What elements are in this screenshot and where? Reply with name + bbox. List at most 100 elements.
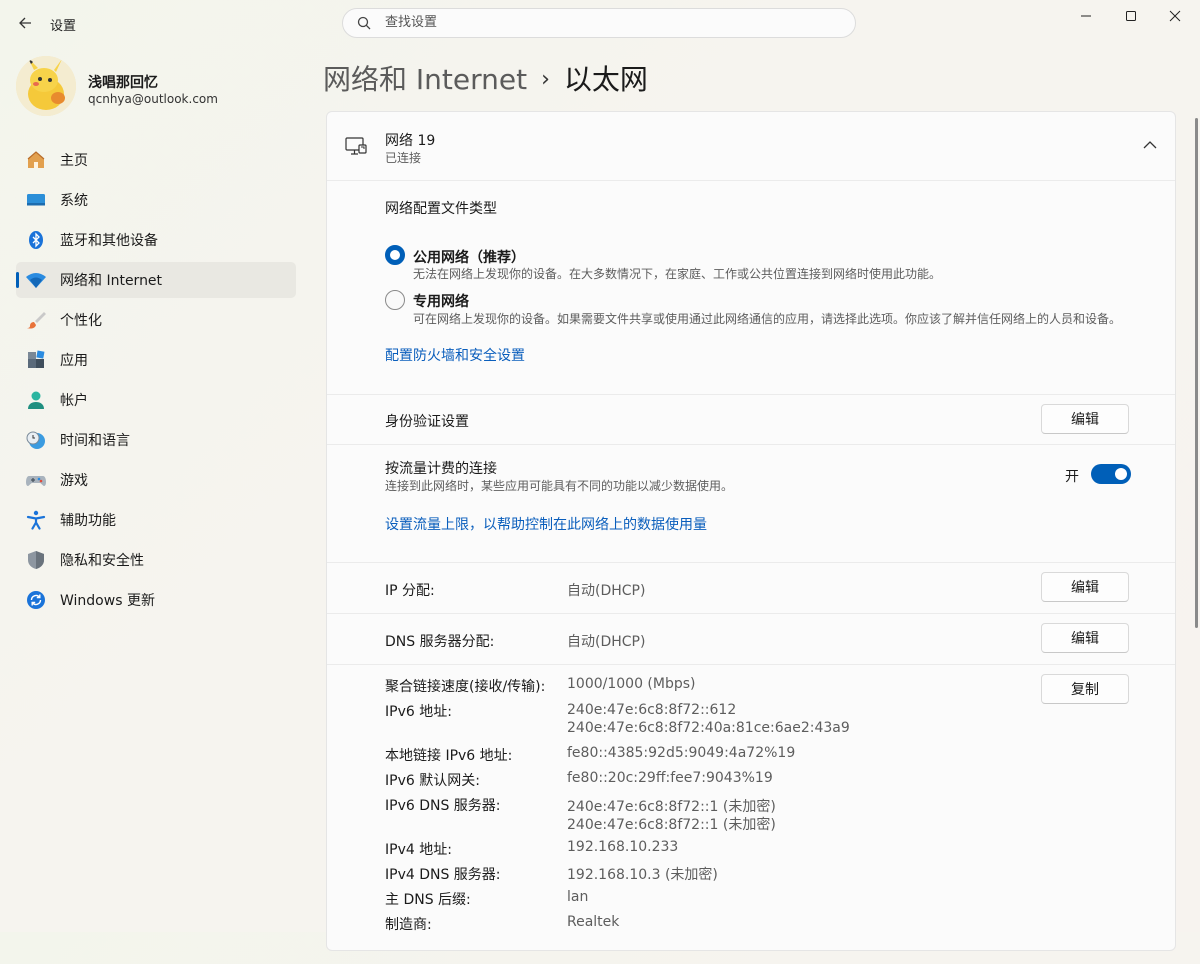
shield-icon	[26, 550, 46, 570]
prop-label: 聚合链接速度(接收/传输):	[385, 679, 546, 695]
sidebar-item-accessibility[interactable]: 辅助功能	[16, 502, 296, 538]
system-icon	[26, 190, 46, 210]
sidebar-item-system[interactable]: 系统	[16, 182, 296, 218]
maximize-button[interactable]	[1111, 4, 1151, 28]
avatar-image	[16, 56, 76, 116]
firewall-settings-link[interactable]: 配置防火墙和安全设置	[385, 345, 525, 365]
network-card-header[interactable]: 网络 19 已连接	[327, 112, 1175, 181]
app-title: 设置	[50, 19, 77, 34]
prop-value: 240e:47e:6c8:8f72:40a:81ce:6ae2:43a9	[567, 720, 850, 736]
account-icon	[26, 390, 46, 410]
sidebar-item-label: 主页	[60, 153, 88, 169]
prop-label: IPv6 DNS 服务器:	[385, 798, 501, 814]
metered-state-label: 开	[1065, 469, 1079, 485]
title-bar: 设置	[0, 0, 1200, 48]
time-language-icon	[26, 430, 46, 450]
sidebar-item-accounts[interactable]: 帐户	[16, 382, 296, 418]
prop-label: 主 DNS 后缀:	[385, 892, 471, 908]
accessibility-icon	[26, 510, 46, 530]
private-network-radio[interactable]	[385, 290, 405, 310]
sidebar-item-label: 网络和 Internet	[60, 273, 163, 289]
avatar[interactable]	[16, 56, 76, 116]
ip-edit-button[interactable]: 编辑	[1041, 572, 1129, 602]
dns-assignment-row: DNS 服务器分配: 自动(DHCP) 编辑	[327, 613, 1175, 665]
sidebar-item-windows-update[interactable]: Windows 更新	[16, 582, 296, 618]
apps-icon	[26, 350, 46, 370]
brush-icon	[26, 310, 46, 330]
sidebar-item-privacy[interactable]: 隐私和安全性	[16, 542, 296, 578]
sidebar-item-network[interactable]: 网络和 Internet	[16, 262, 296, 298]
private-network-title: 专用网络	[413, 294, 469, 310]
search-input[interactable]	[383, 14, 827, 31]
breadcrumb-parent[interactable]: 网络和 Internet	[323, 63, 527, 96]
prop-value: lan	[567, 889, 589, 905]
prop-label: IPv4 地址:	[385, 842, 452, 858]
auth-edit-button[interactable]: 编辑	[1041, 404, 1129, 434]
minimize-button[interactable]	[1066, 4, 1106, 28]
scrollbar-thumb[interactable]	[1195, 118, 1198, 628]
prop-label: 制造商:	[385, 917, 432, 933]
close-icon	[1169, 10, 1181, 22]
dns-assignment-value: 自动(DHCP)	[567, 634, 646, 650]
search-box[interactable]	[342, 8, 856, 38]
prop-label: 本地链接 IPv6 地址:	[385, 748, 513, 764]
back-arrow-icon	[19, 17, 31, 29]
sidebar-item-apps[interactable]: 应用	[16, 342, 296, 378]
prop-value: fe80::20c:29ff:fee7:9043%19	[567, 770, 773, 786]
maximize-icon	[1126, 11, 1136, 21]
sidebar-item-label: 系统	[60, 193, 88, 209]
profile-heading: 网络配置文件类型	[385, 201, 497, 217]
back-button[interactable]	[14, 12, 36, 34]
prop-label: IPv6 默认网关:	[385, 773, 480, 789]
private-network-desc: 可在网络上发现你的设备。如果需要文件共享或使用通过此网络通信的应用，请选择此选项…	[413, 312, 1122, 326]
user-email: qcnhya@outlook.com	[88, 92, 218, 106]
copy-button[interactable]: 复制	[1041, 674, 1129, 704]
metered-toggle[interactable]	[1091, 464, 1131, 484]
dns-edit-button[interactable]: 编辑	[1041, 623, 1129, 653]
sidebar-item-label: 帐户	[60, 393, 88, 409]
sidebar-item-label: 辅助功能	[60, 513, 116, 529]
sidebar-item-label: 游戏	[60, 473, 88, 489]
ip-assignment-label: IP 分配:	[385, 583, 435, 599]
sidebar-item-label: 应用	[60, 353, 88, 369]
prop-value: Realtek	[567, 914, 620, 930]
ethernet-panel: 网络 19 已连接 网络配置文件类型 公用网络（推荐） 无法在网络上发现你的设备…	[326, 111, 1176, 951]
minimize-icon	[1081, 15, 1091, 17]
ethernet-monitor-icon	[345, 137, 367, 155]
auth-settings-label: 身份验证设置	[385, 414, 469, 430]
close-button[interactable]	[1155, 4, 1195, 28]
network-name: 网络 19	[385, 133, 436, 149]
prop-value: 240e:47e:6c8:8f72::612	[567, 702, 737, 718]
dns-assignment-label: DNS 服务器分配:	[385, 634, 495, 650]
public-network-desc: 无法在网络上发现你的设备。在大多数情况下，在家庭、工作或公共位置连接到网络时使用…	[413, 267, 942, 281]
search-icon	[357, 16, 371, 30]
prop-label: IPv4 DNS 服务器:	[385, 867, 501, 883]
gamepad-icon	[26, 470, 46, 490]
public-network-title: 公用网络（推荐）	[413, 250, 525, 266]
sidebar-item-bluetooth[interactable]: 蓝牙和其他设备	[16, 222, 296, 258]
sidebar-item-label: Windows 更新	[60, 593, 155, 609]
wifi-icon	[26, 270, 46, 290]
sidebar-item-personalization[interactable]: 个性化	[16, 302, 296, 338]
metered-desc: 连接到此网络时，某些应用可能具有不同的功能以减少数据使用。	[385, 479, 734, 493]
data-limit-link[interactable]: 设置流量上限，以帮助控制在此网络上的数据使用量	[385, 514, 707, 534]
metered-connection-section: 按流量计费的连接 连接到此网络时，某些应用可能具有不同的功能以减少数据使用。 开…	[327, 444, 1175, 563]
toggle-knob	[1115, 468, 1127, 480]
sidebar-item-home[interactable]: 主页	[16, 142, 296, 178]
page-title: 以太网	[563, 63, 648, 96]
sidebar-item-label: 隐私和安全性	[60, 553, 144, 569]
prop-label: IPv6 地址:	[385, 704, 452, 720]
sidebar-item-label: 个性化	[60, 313, 102, 329]
update-icon	[26, 590, 46, 610]
sidebar-nav: 主页 系统 蓝牙和其他设备 网络和 Internet 个性化 应用 帐户 时间和…	[16, 142, 296, 622]
prop-value: 240e:47e:6c8:8f72::1 (未加密)	[567, 799, 776, 815]
prop-value: 1000/1000 (Mbps)	[567, 676, 696, 692]
sidebar-item-time-language[interactable]: 时间和语言	[16, 422, 296, 458]
metered-label: 按流量计费的连接	[385, 461, 497, 477]
network-status: 已连接	[385, 151, 422, 165]
prop-value: fe80::4385:92d5:9049:4a72%19	[567, 745, 796, 761]
chevron-up-icon[interactable]	[1143, 140, 1157, 150]
auth-settings-row: 身份验证设置 编辑	[327, 394, 1175, 445]
public-network-radio[interactable]	[385, 245, 405, 265]
sidebar-item-gaming[interactable]: 游戏	[16, 462, 296, 498]
